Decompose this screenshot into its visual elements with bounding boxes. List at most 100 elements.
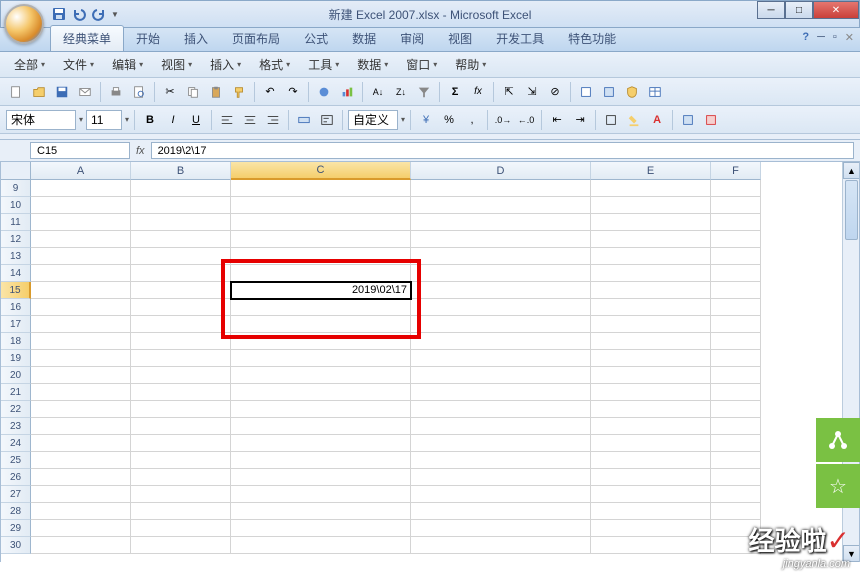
increase-decimal-icon[interactable]: .0→: [493, 110, 513, 130]
cell-D18[interactable]: [411, 333, 591, 350]
cell-C20[interactable]: [231, 367, 411, 384]
tab-special[interactable]: 特色功能: [556, 26, 628, 51]
cell-D12[interactable]: [411, 231, 591, 248]
sort-desc-icon[interactable]: Z↓: [391, 82, 411, 102]
row-header-15[interactable]: 15: [1, 282, 31, 299]
cell-F21[interactable]: [711, 384, 761, 401]
column-header-F[interactable]: F: [711, 162, 761, 180]
cell-A20[interactable]: [31, 367, 131, 384]
cell-B18[interactable]: [131, 333, 231, 350]
format-painter-icon[interactable]: [229, 82, 249, 102]
cell-A19[interactable]: [31, 350, 131, 367]
copy-icon[interactable]: [183, 82, 203, 102]
cell-B24[interactable]: [131, 435, 231, 452]
row-header-20[interactable]: 20: [1, 367, 31, 384]
cell-B30[interactable]: [131, 537, 231, 554]
percent-icon[interactable]: %: [439, 110, 459, 130]
cell-D25[interactable]: [411, 452, 591, 469]
minimize-button[interactable]: ─: [757, 1, 785, 19]
row-header-13[interactable]: 13: [1, 248, 31, 265]
cell-B27[interactable]: [131, 486, 231, 503]
cell-A23[interactable]: [31, 418, 131, 435]
cell-D15[interactable]: [411, 282, 591, 299]
cell-B16[interactable]: [131, 299, 231, 316]
cell-C10[interactable]: [231, 197, 411, 214]
cell-A15[interactable]: [31, 282, 131, 299]
cell-D27[interactable]: [411, 486, 591, 503]
save-icon[interactable]: [52, 82, 72, 102]
column-header-A[interactable]: A: [31, 162, 131, 180]
cell-B13[interactable]: [131, 248, 231, 265]
cell-A16[interactable]: [31, 299, 131, 316]
cell-A26[interactable]: [31, 469, 131, 486]
menu-all[interactable]: 全部▾: [6, 53, 53, 76]
menu-edit[interactable]: 编辑▾: [104, 53, 151, 76]
row-header-16[interactable]: 16: [1, 299, 31, 316]
cell-E13[interactable]: [591, 248, 711, 265]
cell-E29[interactable]: [591, 520, 711, 537]
font-name-dropdown-icon[interactable]: ▾: [79, 115, 83, 124]
cell-A18[interactable]: [31, 333, 131, 350]
cell-A12[interactable]: [31, 231, 131, 248]
cell-A17[interactable]: [31, 316, 131, 333]
cell-D22[interactable]: [411, 401, 591, 418]
tab-page-layout[interactable]: 页面布局: [220, 26, 292, 51]
cell-F14[interactable]: [711, 265, 761, 282]
cell-D21[interactable]: [411, 384, 591, 401]
row-header-29[interactable]: 29: [1, 520, 31, 537]
scroll-thumb[interactable]: [845, 180, 858, 240]
cell-E12[interactable]: [591, 231, 711, 248]
cell-E18[interactable]: [591, 333, 711, 350]
cell-A24[interactable]: [31, 435, 131, 452]
star-badge[interactable]: ☆: [816, 464, 860, 508]
cell-B22[interactable]: [131, 401, 231, 418]
cell-A14[interactable]: [31, 265, 131, 282]
row-header-11[interactable]: 11: [1, 214, 31, 231]
align-right-icon[interactable]: [263, 110, 283, 130]
decrease-indent-icon[interactable]: ⇤: [547, 110, 567, 130]
cell-E21[interactable]: [591, 384, 711, 401]
scroll-up-icon[interactable]: ▲: [843, 162, 860, 179]
name-box[interactable]: C15: [30, 142, 130, 159]
menu-view[interactable]: 视图▾: [153, 53, 200, 76]
cell-C21[interactable]: [231, 384, 411, 401]
cell-D14[interactable]: [411, 265, 591, 282]
redo-icon[interactable]: ↷: [283, 82, 303, 102]
cell-C12[interactable]: [231, 231, 411, 248]
column-header-B[interactable]: B: [131, 162, 231, 180]
cell-D9[interactable]: [411, 180, 591, 197]
cell-B20[interactable]: [131, 367, 231, 384]
row-header-27[interactable]: 27: [1, 486, 31, 503]
borders-icon[interactable]: [601, 110, 621, 130]
cell-E11[interactable]: [591, 214, 711, 231]
cell-C25[interactable]: [231, 452, 411, 469]
cell-D17[interactable]: [411, 316, 591, 333]
trace-precedents-icon[interactable]: ⇱: [499, 82, 519, 102]
cell-C15[interactable]: 2019\02\17: [231, 282, 411, 299]
hyperlink-icon[interactable]: [314, 82, 334, 102]
row-header-26[interactable]: 26: [1, 469, 31, 486]
cell-A22[interactable]: [31, 401, 131, 418]
cell-D24[interactable]: [411, 435, 591, 452]
cell-C14[interactable]: [231, 265, 411, 282]
undo-icon[interactable]: [71, 6, 87, 22]
office-button[interactable]: [4, 4, 44, 44]
grid[interactable]: ABCDEF91011121314152019\02\1716171819202…: [1, 162, 859, 554]
cell-D10[interactable]: [411, 197, 591, 214]
cell-E22[interactable]: [591, 401, 711, 418]
cell-B11[interactable]: [131, 214, 231, 231]
close-button[interactable]: ✕: [813, 1, 859, 19]
macros-icon[interactable]: [576, 82, 596, 102]
cell-A29[interactable]: [31, 520, 131, 537]
menu-data[interactable]: 数据▾: [349, 53, 396, 76]
cell-D20[interactable]: [411, 367, 591, 384]
tab-home[interactable]: 开始: [124, 26, 172, 51]
cell-C26[interactable]: [231, 469, 411, 486]
cell-D28[interactable]: [411, 503, 591, 520]
cell-C28[interactable]: [231, 503, 411, 520]
font-color-icon[interactable]: A: [647, 110, 667, 130]
cell-F17[interactable]: [711, 316, 761, 333]
cell-B28[interactable]: [131, 503, 231, 520]
new-icon[interactable]: [6, 82, 26, 102]
qat-dropdown-icon[interactable]: ▼: [111, 10, 119, 19]
